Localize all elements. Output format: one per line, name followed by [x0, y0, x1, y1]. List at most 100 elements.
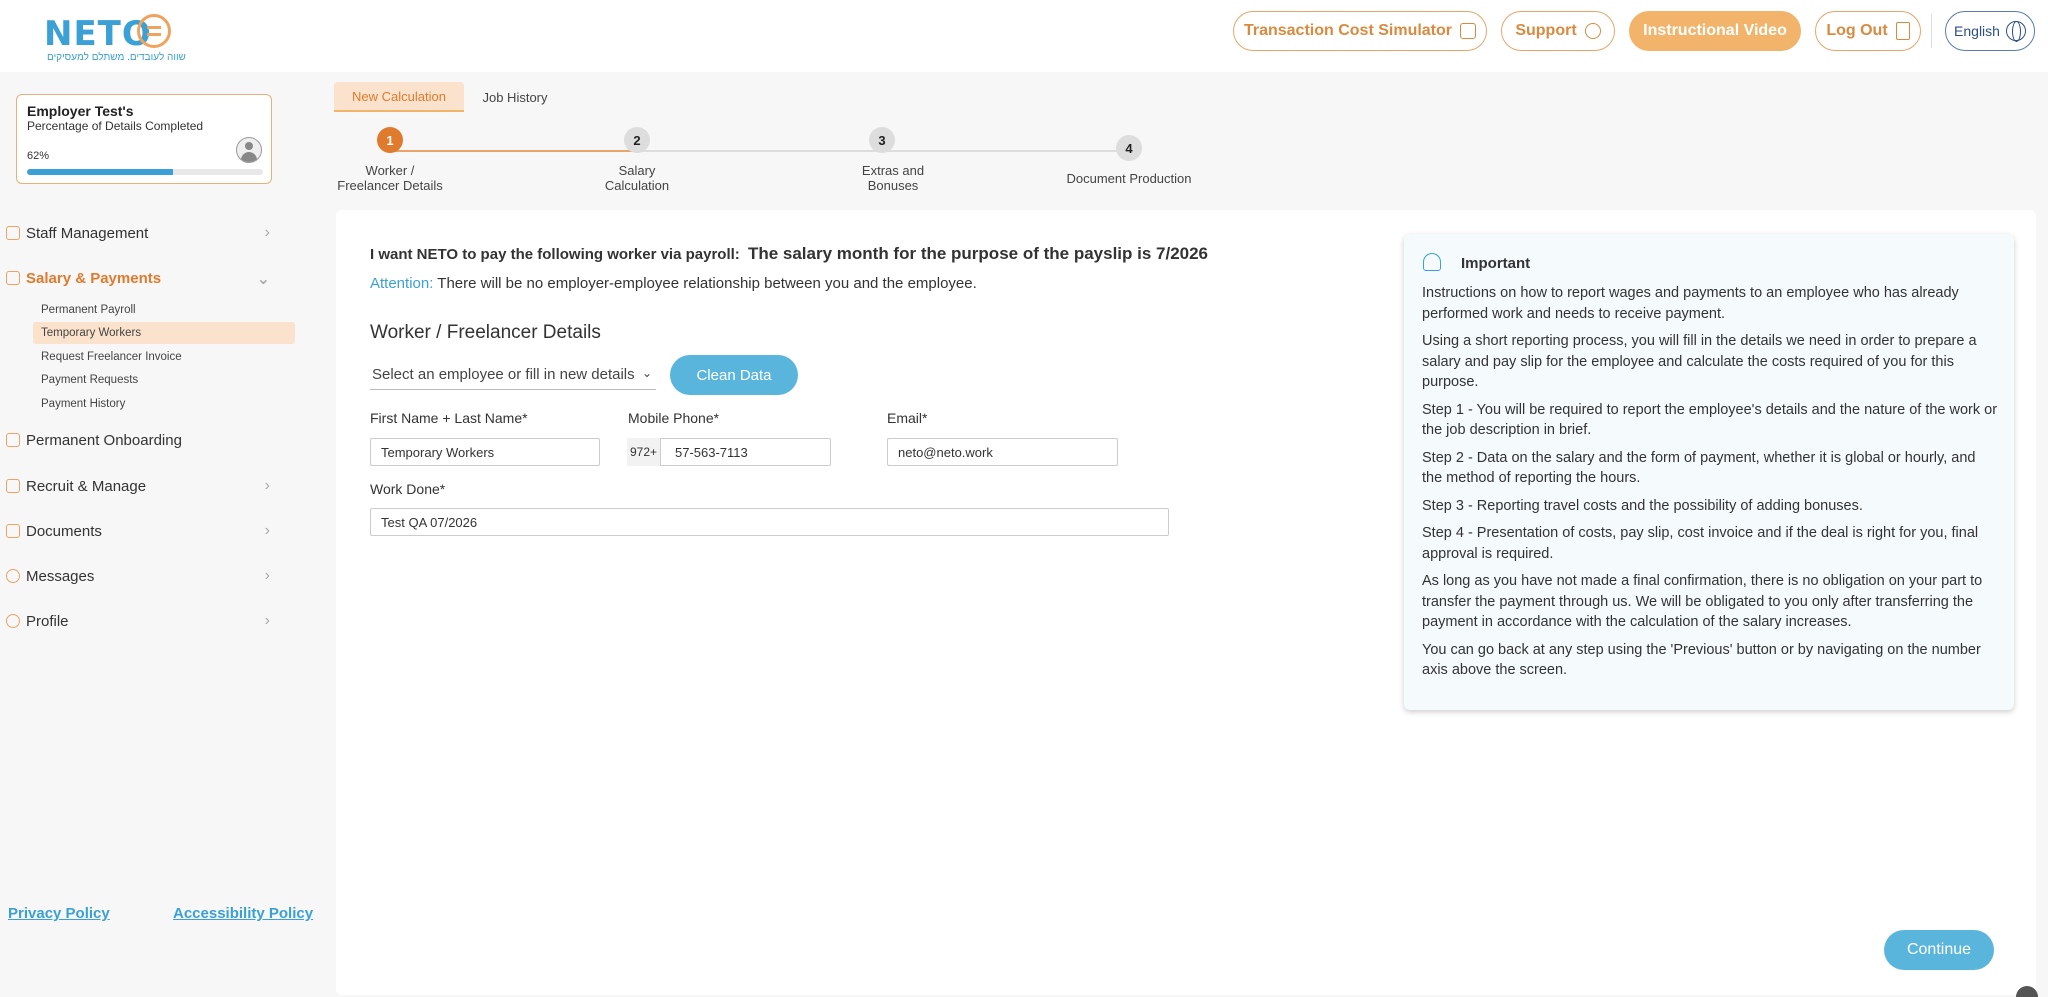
completion-progress-bar [27, 169, 263, 175]
important-paragraph: Step 1 - You will be required to report … [1422, 401, 1998, 439]
step-4-indicator[interactable]: 4 [1116, 135, 1142, 161]
completion-subtitle: Percentage of Details Completed [27, 119, 204, 133]
sidebar-sub-temporary-workers[interactable]: Temporary Workers [33, 322, 295, 344]
sidebar-item-onboarding[interactable]: Permanent Onboarding [6, 427, 270, 453]
calculator-icon [1460, 23, 1477, 39]
step-2-line1: Salary [618, 163, 656, 178]
work-done-label: Work Done* [370, 481, 446, 497]
name-input[interactable]: Temporary Workers [370, 438, 600, 466]
step-1-label: Worker / Freelancer Details [310, 163, 470, 193]
logout-label: Log Out [1826, 22, 1888, 39]
step-connector-1 [390, 150, 637, 152]
logo-text: NETO [44, 14, 152, 54]
step-3-line2: Bonuses [867, 178, 919, 193]
completion-progress-fill [27, 169, 174, 175]
important-title: Important [1461, 255, 1531, 272]
chevron-right-icon: › [264, 477, 270, 494]
work-done-input[interactable]: Test QA 07/2026 [370, 508, 1169, 536]
sidebar-sub-freelancer-invoice[interactable]: Request Freelancer Invoice [33, 346, 295, 368]
step-3-label: Extras and Bonuses [813, 163, 973, 193]
sidebar-label-messages: Messages [26, 567, 95, 585]
chevron-down-icon: ⌄ [641, 366, 652, 380]
sidebar-sub-payment-requests[interactable]: Payment Requests [33, 369, 295, 391]
language-selector[interactable]: English [1945, 11, 2035, 51]
important-paragraph: You can go back at any step using the 'P… [1422, 641, 1981, 679]
logout-icon [1895, 22, 1910, 40]
name-label: First Name + Last Name* [370, 410, 528, 426]
sub-label: Payment History [41, 398, 126, 410]
sidebar-item-profile[interactable]: Profile › [6, 608, 270, 634]
header-divider [1931, 14, 1932, 48]
chevron-right-icon: › [264, 567, 270, 584]
important-text: Instructions on how to report wages and … [1422, 283, 1998, 688]
email-input[interactable]: neto@neto.work [887, 438, 1118, 466]
sidebar-label-profile: Profile [26, 612, 69, 630]
profile-completion-card[interactable]: Employer Test's Percentage of Details Co… [16, 94, 272, 184]
chevron-right-icon: › [264, 224, 270, 241]
sidebar-item-messages[interactable]: Messages › [6, 563, 270, 589]
sidebar-label-staff: Staff Management [26, 224, 149, 242]
step-4-line1: Document Production [1066, 171, 1192, 186]
sidebar-label-onboarding: Permanent Onboarding [26, 431, 182, 449]
briefcase-icon [6, 433, 20, 447]
tab-job-history[interactable]: Job History [470, 82, 560, 112]
step-2-label: Salary Calculation [557, 163, 717, 193]
logout-button[interactable]: Log Out [1815, 11, 1921, 51]
simulator-label: Transaction Cost Simulator [1243, 22, 1453, 39]
step-2-line2: Calculation [604, 178, 670, 193]
neto-logo[interactable]: NETO שווה לעובדים. משתלם למעסיקים [44, 12, 186, 64]
sidebar-item-documents[interactable]: Documents › [6, 518, 270, 544]
sidebar-item-staff-management[interactable]: Staff Management › [6, 220, 270, 246]
chat-bubble-icon [1584, 23, 1601, 39]
user-icon [6, 614, 20, 628]
sidebar-label-salary: Salary & Payments [26, 269, 162, 287]
accessibility-policy-link[interactable]: Accessibility Policy [173, 905, 313, 922]
employer-name: Employer Test's [27, 103, 134, 119]
step-1-line2: Freelancer Details [337, 178, 443, 193]
support-button[interactable]: Support [1501, 11, 1615, 51]
sidebar-label-recruit: Recruit & Manage [26, 477, 147, 495]
phone-label: Mobile Phone* [628, 410, 720, 426]
step-1-indicator[interactable]: 1 [377, 127, 403, 153]
logo-tagline: שווה לעובדים. משתלם למעסיקים [47, 52, 186, 63]
attention-note: Attention: There will be no employer-emp… [370, 275, 977, 292]
important-paragraph: Step 3 - Reporting travel costs and the … [1422, 497, 1863, 514]
intro-text: I want NETO to pay the following worker … [370, 246, 740, 263]
sidebar-item-salary-payments[interactable]: Salary & Payments ⌄ [6, 265, 270, 291]
privacy-policy-link[interactable]: Privacy Policy [8, 905, 110, 922]
transaction-cost-simulator-button[interactable]: Transaction Cost Simulator [1233, 11, 1487, 51]
step-4-label: Document Production [1049, 171, 1209, 186]
important-paragraph: Step 4 - Presentation of costs, pay slip… [1422, 525, 1979, 562]
sidebar-label-documents: Documents [26, 522, 102, 540]
sub-label: Permanent Payroll [41, 304, 136, 316]
tab-new-calculation[interactable]: New Calculation [334, 82, 464, 112]
bell-icon [1423, 253, 1441, 271]
documents-icon [6, 524, 20, 538]
form-intro: I want NETO to pay the following worker … [370, 244, 1208, 264]
attention-label: Attention: [370, 275, 434, 292]
grid-icon [6, 479, 20, 493]
avatar-icon [236, 137, 262, 163]
step-3-line1: Extras and [861, 163, 925, 178]
phone-prefix: 972+ [627, 438, 661, 466]
chevron-right-icon: › [264, 612, 270, 629]
logo-mark-icon [137, 14, 171, 48]
top-header: NETO שווה לעובדים. משתלם למעסיקים Transa… [0, 0, 2048, 72]
important-paragraph: Instructions on how to report wages and … [1422, 285, 1959, 322]
intro-salary-month: The salary month for the purpose of the … [747, 244, 1209, 263]
completion-percent: 62% [27, 150, 50, 162]
section-title: Worker / Freelancer Details [370, 322, 601, 343]
chevron-down-icon: ⌄ [256, 271, 270, 288]
step-3-indicator[interactable]: 3 [869, 127, 895, 153]
sidebar-sub-permanent-payroll[interactable]: Permanent Payroll [33, 299, 295, 321]
wallet-icon [6, 271, 20, 285]
instructional-video-button[interactable]: Instructional Video [1629, 11, 1801, 51]
clean-data-button[interactable]: Clean Data [670, 355, 798, 395]
sidebar-item-recruit[interactable]: Recruit & Manage › [6, 473, 270, 499]
sidebar-sub-payment-history[interactable]: Payment History [33, 393, 295, 415]
chevron-right-icon: › [264, 522, 270, 539]
step-2-indicator[interactable]: 2 [624, 127, 650, 153]
continue-button[interactable]: Continue [1884, 930, 1994, 970]
employee-select-placeholder: Select an employee or fill in new detail… [372, 366, 635, 383]
employee-select[interactable]: Select an employee or fill in new detail… [370, 360, 656, 390]
